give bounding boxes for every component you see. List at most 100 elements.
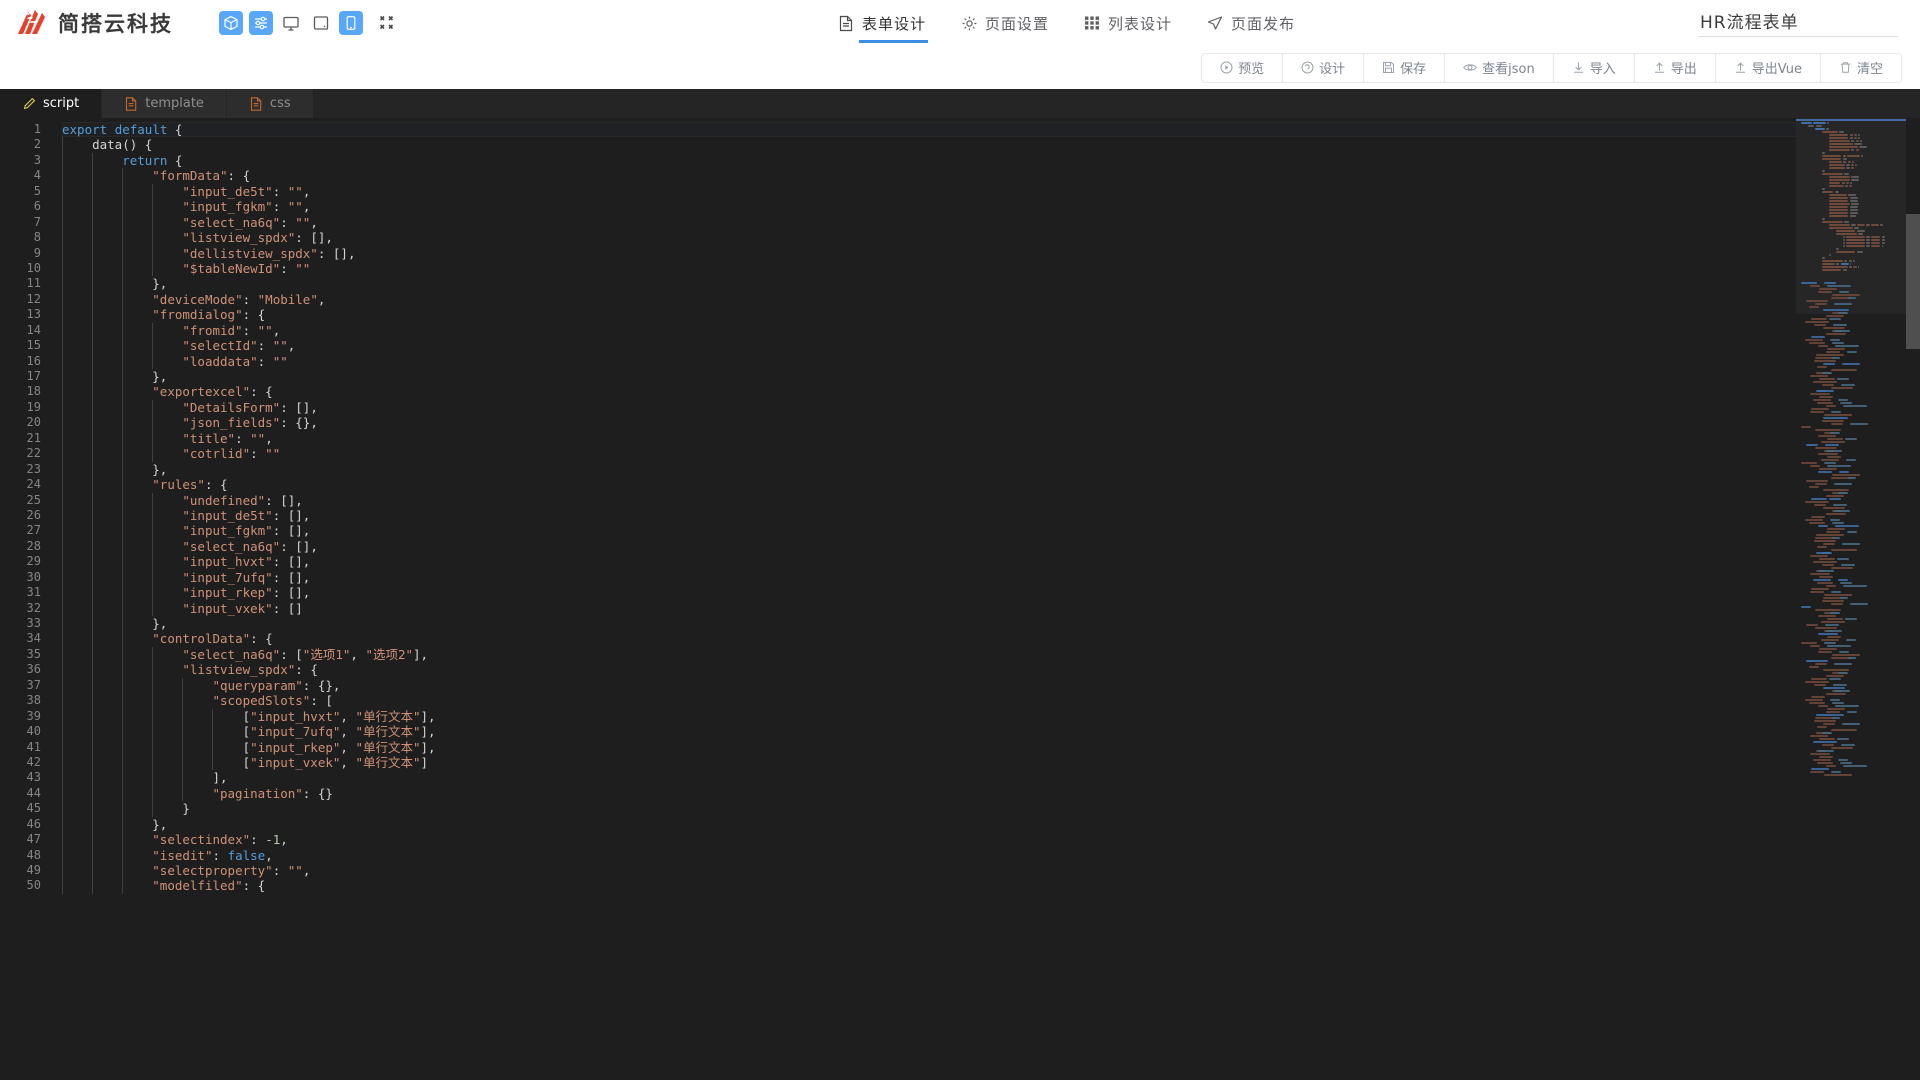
device-mode-mobile[interactable] bbox=[339, 10, 363, 35]
code-content[interactable]: export default { data() { return { "form… bbox=[62, 118, 1920, 1080]
minimap-token bbox=[1834, 303, 1852, 305]
indent-guide bbox=[92, 677, 122, 694]
minimap-token bbox=[1832, 654, 1860, 656]
indent-guide bbox=[122, 291, 152, 308]
indent-guide bbox=[122, 677, 152, 694]
preview-button[interactable]: 预览 bbox=[1202, 53, 1284, 82]
indent-guide bbox=[62, 507, 92, 524]
code-token: , bbox=[340, 754, 356, 770]
device-mode-desktop[interactable] bbox=[279, 11, 303, 35]
sliders-icon bbox=[253, 15, 269, 31]
minimap-token bbox=[1829, 227, 1854, 229]
minimap-token bbox=[1832, 537, 1840, 539]
code-token: "" bbox=[295, 260, 311, 276]
indent-guide bbox=[152, 739, 182, 755]
code-token: "单行文本" bbox=[355, 724, 421, 740]
tab-template[interactable]: template bbox=[102, 89, 227, 118]
indent-guide bbox=[92, 260, 122, 277]
import-button[interactable]: 导入 bbox=[1553, 53, 1635, 82]
minimap-token bbox=[1832, 522, 1844, 524]
minimap-token bbox=[1822, 260, 1843, 262]
line-number: 23 bbox=[26, 461, 41, 476]
minimap-token bbox=[1866, 245, 1870, 247]
upload-icon bbox=[1734, 61, 1747, 74]
code-token: : [], bbox=[272, 569, 311, 585]
minimap-token bbox=[1826, 675, 1844, 677]
indent-guide bbox=[92, 430, 122, 447]
code-token: : { bbox=[227, 168, 251, 184]
view-json-button[interactable]: 查看json bbox=[1445, 53, 1554, 82]
design-button[interactable]: 设计 bbox=[1283, 53, 1365, 82]
device-mode-component[interactable] bbox=[219, 10, 243, 35]
line-number: 36 bbox=[26, 662, 41, 677]
code-line: "queryparam": {}, bbox=[62, 677, 1920, 694]
code-token: "input_rkep" bbox=[182, 585, 273, 601]
send-icon bbox=[1206, 14, 1224, 32]
tab-css[interactable]: css bbox=[226, 89, 314, 118]
minimap-token bbox=[1831, 747, 1853, 749]
code-token: default bbox=[114, 122, 175, 137]
indent-guide bbox=[92, 307, 122, 323]
editor-vertical-scrollbar[interactable] bbox=[1906, 118, 1920, 1080]
minimap-token bbox=[1825, 444, 1839, 446]
code-token: , bbox=[317, 291, 326, 307]
code-line: export default { bbox=[62, 122, 1920, 137]
minimap-token bbox=[1853, 266, 1857, 268]
nav-item-form-design[interactable]: 表单设计 bbox=[835, 0, 929, 46]
minimap-token bbox=[1851, 179, 1860, 181]
nav-item-page-publish[interactable]: 页面发布 bbox=[1204, 0, 1297, 46]
nav-item-list-design[interactable]: 列表设计 bbox=[1081, 0, 1174, 46]
minimap-token bbox=[1810, 285, 1820, 287]
tablet-icon bbox=[312, 14, 330, 32]
scrollbar-thumb[interactable] bbox=[1906, 214, 1920, 349]
minimap-token bbox=[1823, 489, 1849, 491]
form-title-input[interactable] bbox=[1698, 6, 1898, 37]
save-button[interactable]: 保存 bbox=[1364, 53, 1446, 82]
indent-guide bbox=[92, 477, 122, 493]
code-token: : bbox=[250, 832, 266, 848]
minimap-token bbox=[1822, 173, 1843, 175]
minimap-token bbox=[1881, 236, 1885, 238]
minimap-token bbox=[1829, 176, 1850, 178]
editor-minimap[interactable] bbox=[1796, 118, 1906, 1080]
code-line: } bbox=[62, 801, 1920, 817]
indent-guide bbox=[122, 832, 152, 848]
indent-guide bbox=[122, 245, 152, 261]
code-token: : [ bbox=[280, 646, 303, 662]
line-number: 32 bbox=[26, 600, 41, 615]
code-editor[interactable]: 1 2 3 4 5 6 7 8 9 10 11 12 13 14 15 16 17 18 19 20 21 22 23 24 2… bbox=[0, 118, 1920, 1080]
minimap-token bbox=[1823, 543, 1835, 545]
indent-guide bbox=[122, 646, 152, 663]
indent-guide bbox=[152, 507, 182, 524]
indent-guide bbox=[122, 415, 152, 431]
line-number: 10 bbox=[26, 260, 41, 275]
device-mode-settings[interactable] bbox=[249, 10, 273, 35]
code-token: "" bbox=[272, 338, 288, 354]
indent-guide bbox=[122, 770, 152, 786]
minimap-token bbox=[1821, 639, 1839, 641]
minimap-token bbox=[1801, 606, 1811, 608]
line-number: 37 bbox=[26, 677, 41, 692]
indent-guide bbox=[92, 832, 122, 848]
nav-item-page-settings[interactable]: 页面设置 bbox=[958, 0, 1051, 46]
export-button[interactable]: 导出 bbox=[1634, 53, 1716, 82]
code-line: "rules": { bbox=[62, 477, 1920, 493]
code-line: "input_de5t": [], bbox=[62, 507, 1920, 524]
gear-icon bbox=[960, 14, 978, 32]
minimap-token bbox=[1844, 173, 1849, 175]
code-token: "选项1" bbox=[302, 646, 351, 662]
indent-guide bbox=[122, 538, 152, 555]
code-token: : bbox=[235, 430, 251, 446]
code-token: : [], bbox=[317, 245, 356, 261]
minimap-token bbox=[1816, 714, 1844, 716]
export-vue-button[interactable]: 导出Vue bbox=[1715, 53, 1821, 82]
tab-script[interactable]: script bbox=[0, 89, 103, 118]
clear-button[interactable]: 清空 bbox=[1820, 53, 1901, 82]
collapse-fullscreen-icon[interactable] bbox=[375, 12, 397, 34]
indent-guide bbox=[152, 338, 182, 354]
line-number: 22 bbox=[26, 446, 41, 461]
code-line: "undefined": [], bbox=[62, 492, 1920, 508]
minimap-token bbox=[1831, 549, 1857, 551]
device-mode-tablet[interactable] bbox=[309, 11, 333, 35]
minimap-token bbox=[1837, 378, 1849, 380]
